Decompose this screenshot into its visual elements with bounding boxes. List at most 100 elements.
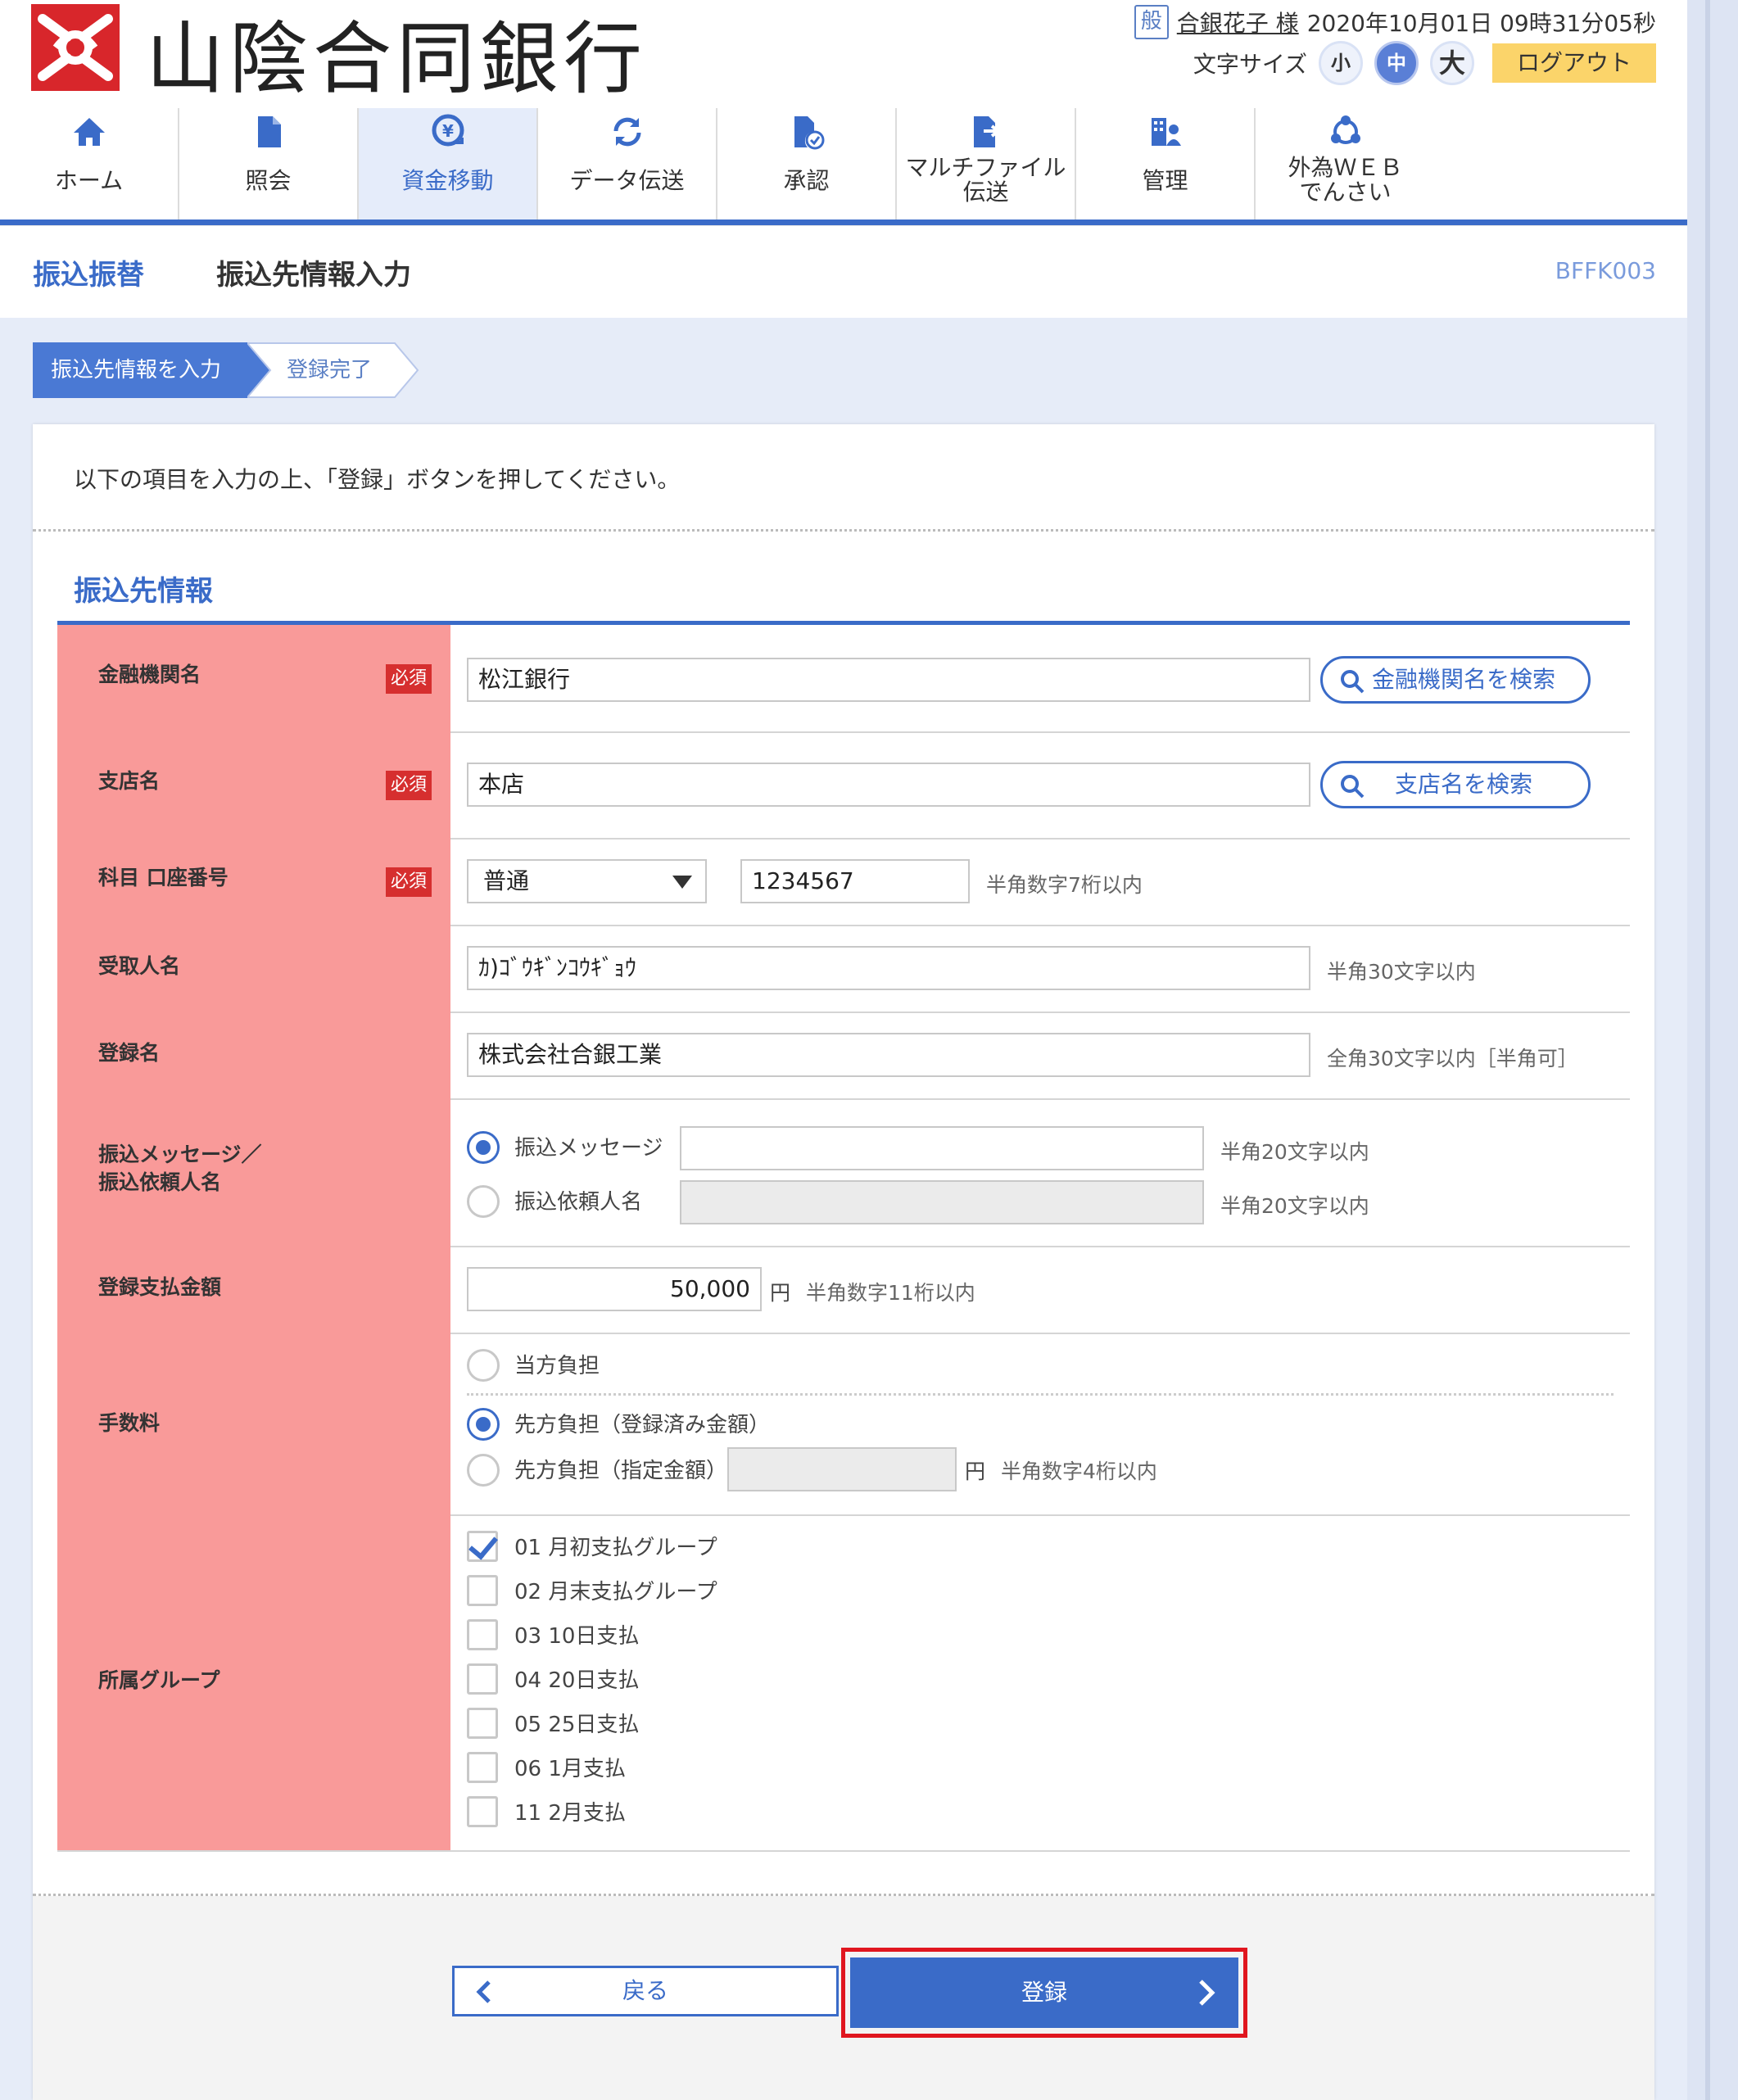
field-label: 振込メッセージ／ — [98, 1143, 262, 1166]
approve-icon — [717, 113, 895, 154]
chevron-right-icon — [1199, 1980, 1215, 2006]
field-label: 所属グループ — [98, 1668, 220, 1692]
nav-underline — [0, 220, 1687, 225]
font-size-medium-button[interactable]: 中 — [1374, 41, 1419, 85]
nav-item-data-transmission[interactable]: データ伝送 — [538, 108, 717, 220]
field-label: 受取人名 — [98, 954, 181, 978]
option-label: 振込依頼人名 — [514, 1190, 643, 1215]
nav-item-approval[interactable]: 承認 — [717, 108, 897, 220]
form-row-payee: 受取人名 ｶ)ｺﾞｳｷﾞﾝｺｳｷﾞｮｳ 半角30文字以内 — [57, 925, 1630, 1013]
divider — [467, 1393, 1614, 1396]
user-name-link[interactable]: 合銀花子 様 — [1177, 6, 1299, 38]
step-current: 振込先情報を入力 — [33, 342, 247, 398]
font-size-small-button[interactable]: 小 — [1319, 41, 1363, 85]
requester-name-input[interactable] — [680, 1180, 1204, 1224]
message-type-radio[interactable] — [467, 1131, 500, 1164]
group-checkbox[interactable] — [467, 1796, 498, 1827]
option-label: 先方負担（登録済み金額） — [514, 1413, 771, 1437]
search-icon — [1341, 670, 1365, 694]
refresh-icon — [538, 113, 716, 154]
form-row-message: 振込メッセージ／ 振込依頼人名 振込メッセージ 半角20文字以内 振込依頼人名 … — [57, 1098, 1630, 1247]
nav-label: ホーム — [54, 167, 124, 194]
fee-payer-self-radio[interactable] — [467, 1349, 500, 1382]
group-label: 11 2月支払 — [514, 1801, 626, 1826]
group-checkbox[interactable] — [467, 1663, 498, 1695]
chevron-down-icon — [672, 876, 692, 889]
field-label: 登録名 — [98, 1041, 161, 1065]
group-checkbox[interactable] — [467, 1575, 498, 1606]
group-checkbox[interactable] — [467, 1752, 498, 1783]
font-size-label: 文字サイズ — [1193, 51, 1307, 78]
group-label: 03 10日支払 — [514, 1624, 640, 1649]
form-row-bank: 金融機関名 必須 松江銀行 金融機関名を検索 — [57, 625, 1630, 733]
nav-item-multi-file[interactable]: マルチファイル 伝送 — [897, 108, 1076, 220]
payee-name-input[interactable]: ｶ)ｺﾞｳｷﾞﾝｺｳｷﾞｮｳ — [467, 946, 1310, 990]
account-type-select[interactable]: 普通 — [467, 859, 707, 903]
font-size-large-button[interactable]: 大 — [1430, 41, 1474, 85]
group-checkbox[interactable] — [467, 1531, 498, 1562]
header: 山陰合同銀行 般 合銀花子 様 2020年10月01日 09時31分05秒 文字… — [0, 0, 1687, 225]
back-button[interactable]: 戻る — [452, 1966, 839, 2016]
login-datetime: 2020年10月01日 09時31分05秒 — [1306, 10, 1656, 37]
scrollbar-thumb[interactable] — [1705, 0, 1710, 2100]
option-label: 当方負担 — [514, 1354, 600, 1378]
group-checkbox[interactable] — [467, 1708, 498, 1739]
nav-label: データ伝送 — [569, 167, 685, 194]
transfer-message-input[interactable] — [680, 1126, 1204, 1170]
page: 山陰合同銀行 般 合銀花子 様 2020年10月01日 09時31分05秒 文字… — [0, 0, 1687, 2100]
amount-input[interactable]: 50,000 — [467, 1267, 762, 1311]
option-label: 振込メッセージ — [514, 1136, 663, 1161]
nav-label: 承認 — [783, 167, 830, 194]
bank-logo-icon[interactable] — [31, 4, 120, 91]
user-info: 般 合銀花子 様 2020年10月01日 09時31分05秒 — [1134, 5, 1656, 39]
page-category: 振込振替 — [33, 259, 144, 292]
user-type-badge: 般 — [1134, 5, 1169, 39]
main-nav: ホーム 照会 ¥ 資金移動 データ伝送 承認 マルチファイル 伝送 管理 外為Ｗ… — [0, 108, 1687, 220]
branch-name-input[interactable]: 本店 — [467, 763, 1310, 807]
group-checkbox[interactable] — [467, 1619, 498, 1650]
register-button[interactable]: 登録 — [850, 1957, 1238, 2028]
registered-name-input[interactable]: 株式会社合銀工業 — [467, 1033, 1310, 1077]
divider — [33, 529, 1654, 532]
search-icon — [1341, 775, 1365, 799]
branch-search-button[interactable]: 支店名を検索 — [1320, 761, 1591, 808]
page-title: 振込先情報入力 — [216, 259, 411, 292]
required-badge: 必須 — [386, 771, 432, 800]
nav-item-fund-transfer[interactable]: ¥ 資金移動 — [359, 108, 538, 220]
field-label: 振込依頼人名 — [98, 1170, 222, 1194]
nav-item-inquiry[interactable]: 照会 — [179, 108, 359, 220]
group-label: 01 月初支払グループ — [514, 1536, 717, 1560]
fee-amount-input[interactable] — [727, 1447, 957, 1491]
field-hint: 半角数字4桁以内 — [1001, 1460, 1157, 1483]
nav-label: マルチファイル 伝送 — [905, 154, 1066, 206]
fee-payee-specified-radio[interactable] — [467, 1454, 500, 1487]
field-hint: 全角30文字以内［半角可］ — [1327, 1047, 1578, 1070]
bank-name-input[interactable]: 松江銀行 — [467, 658, 1310, 702]
nav-item-forex-web[interactable]: 外為ＷＥＢ でんさい — [1256, 108, 1435, 220]
page-title-bar: 振込振替 振込先情報入力 BFFK003 — [0, 225, 1687, 318]
home-icon — [0, 113, 178, 154]
requester-type-radio[interactable] — [467, 1185, 500, 1218]
file-send-icon — [897, 113, 1075, 154]
account-number-input[interactable]: 1234567 — [740, 859, 970, 903]
document-icon — [179, 113, 357, 154]
nav-item-home[interactable]: ホーム — [0, 108, 179, 220]
scrollbar-track[interactable] — [1687, 0, 1738, 2100]
field-label: 科目 口座番号 — [98, 866, 229, 889]
form-row-branch: 支店名 必須 本店 支店名を検索 — [57, 731, 1630, 840]
fee-payee-registered-radio[interactable] — [467, 1408, 500, 1441]
field-hint: 半角数字7桁以内 — [986, 873, 1143, 897]
field-label: 手数料 — [98, 1411, 161, 1435]
group-label: 04 20日支払 — [514, 1668, 640, 1693]
group-label: 06 1月支払 — [514, 1757, 626, 1781]
nav-item-admin[interactable]: 管理 — [1076, 108, 1256, 220]
field-label: 登録支払金額 — [98, 1275, 222, 1299]
logout-button[interactable]: ログアウト — [1492, 43, 1656, 83]
form-row-fee: 手数料 当方負担 先方負担（登録済み金額） 先方負担（指定金額） 円 半角数字4… — [57, 1333, 1630, 1516]
admin-icon — [1076, 113, 1254, 154]
bank-search-button[interactable]: 金融機関名を検索 — [1320, 656, 1591, 704]
form-row-account: 科目 口座番号 必須 普通 1234567 半角数字7桁以内 — [57, 838, 1630, 926]
nav-label: 資金移動 — [401, 167, 494, 194]
form-card: 以下の項目を入力の上、「登録」ボタンを押してください。 振込先情報 金融機関名 … — [33, 424, 1654, 2100]
field-label: 金融機関名 — [98, 663, 201, 686]
